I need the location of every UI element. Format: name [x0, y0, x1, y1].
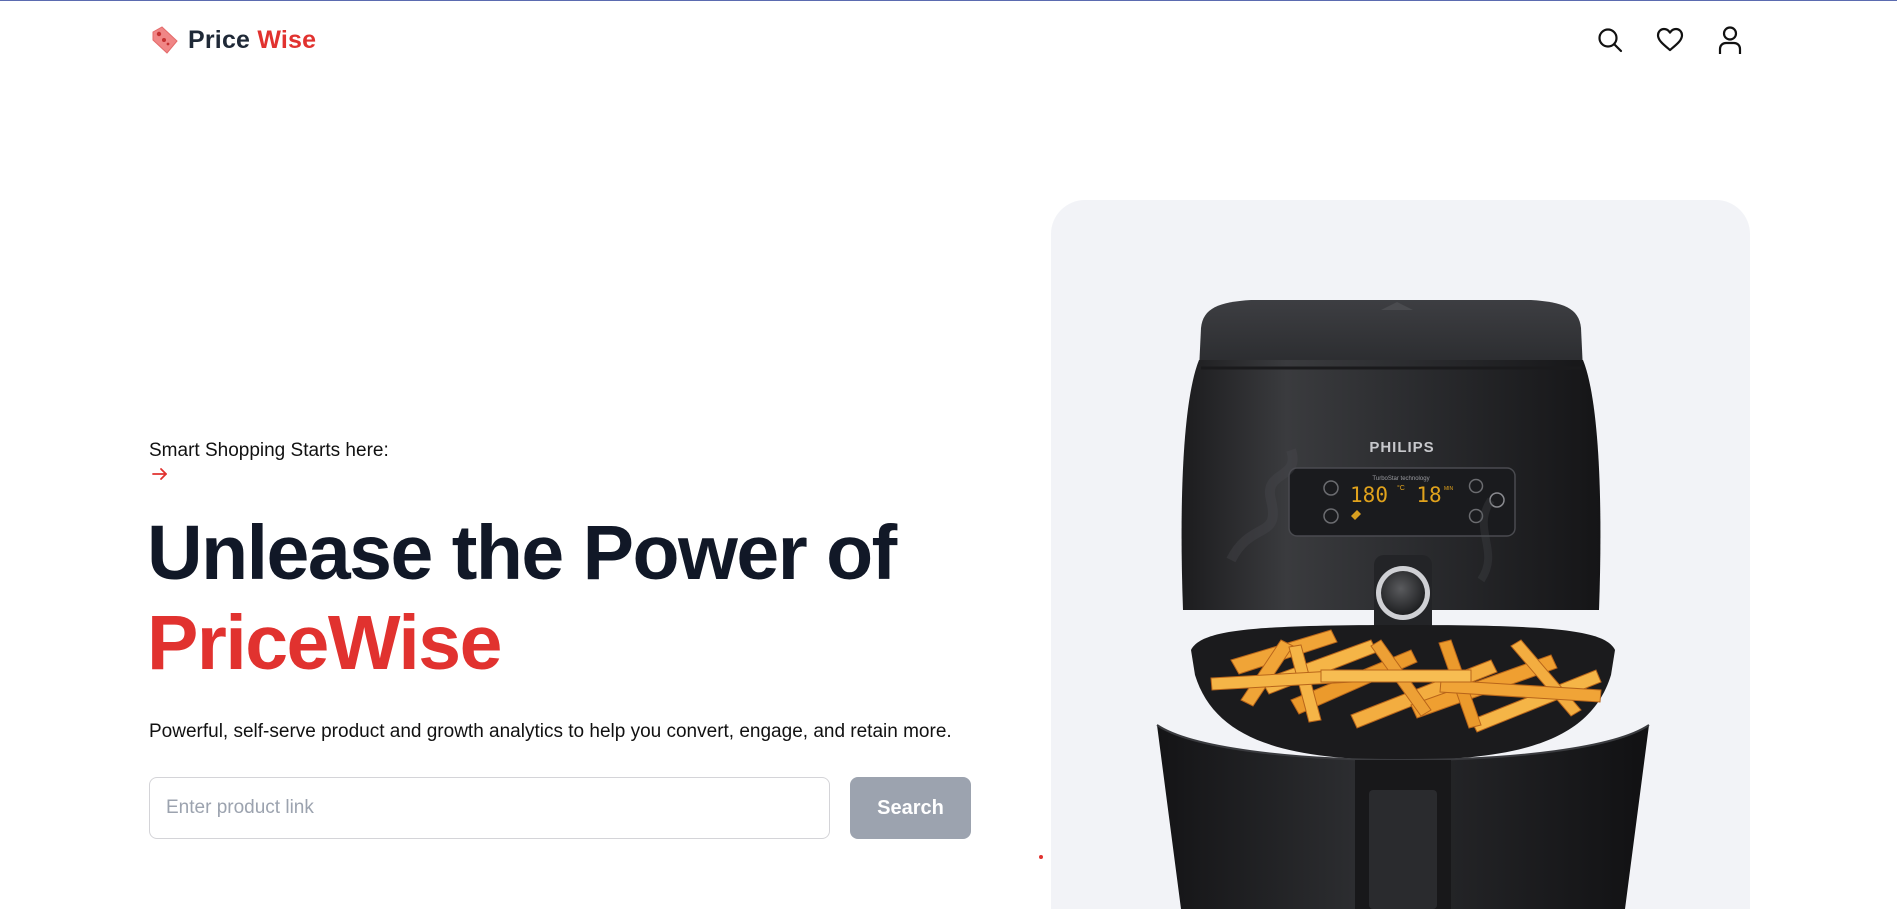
product-time-unit: MIN [1444, 486, 1454, 492]
hero-subtext: Powerful, self-serve product and growth … [149, 721, 952, 742]
product-link-input[interactable] [149, 777, 830, 839]
product-display-line: TurboStar technology [1372, 476, 1429, 482]
header-nav [1596, 24, 1744, 56]
price-tag-icon [152, 26, 178, 54]
logo-text: Price Wise [188, 26, 316, 55]
heart-icon[interactable] [1656, 24, 1684, 56]
hero-headline: Unlease the Power of PriceWise [147, 508, 897, 688]
air-fryer-image: PHILIPS TurboStar technology 180 °C 18 M… [1156, 300, 1650, 909]
logo-word-wise: Wise [257, 25, 317, 54]
product-image-card: PHILIPS TurboStar technology 180 °C 18 M… [1051, 200, 1750, 909]
search-button[interactable]: Search [850, 777, 971, 839]
headline-line: Unlease the Power of [147, 510, 897, 596]
logo-word-price: Price [188, 25, 251, 54]
headline-brand: PriceWise [147, 600, 502, 686]
decorative-dot [1039, 855, 1043, 859]
product-temp-unit: °C [1397, 484, 1405, 492]
arrow-right-icon [152, 468, 167, 480]
logo[interactable]: Price Wise [149, 24, 316, 56]
hero-tagline: Smart Shopping Starts here: [149, 440, 389, 461]
user-icon[interactable] [1716, 24, 1744, 56]
site-header: Price Wise [0, 0, 1897, 82]
product-brand-label: PHILIPS [1369, 439, 1434, 456]
product-time: 18 [1416, 483, 1441, 507]
search-icon[interactable] [1596, 24, 1624, 56]
product-temperature: 180 [1350, 483, 1388, 507]
product-search-form: Search [149, 777, 971, 839]
